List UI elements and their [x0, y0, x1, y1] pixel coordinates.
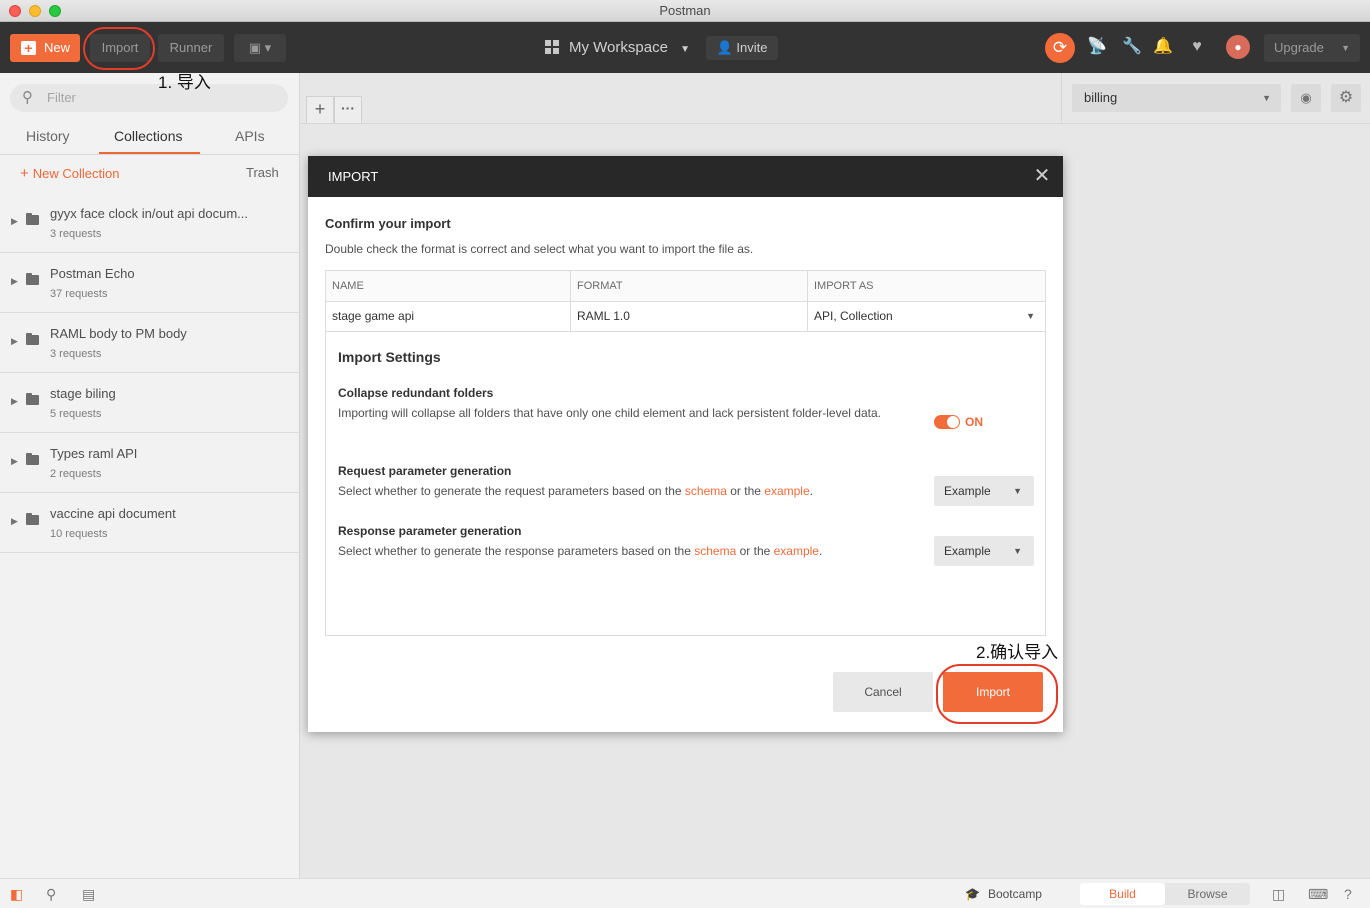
- close-window-button[interactable]: [9, 5, 21, 17]
- graduation-cap-icon: 🎓: [965, 887, 980, 901]
- modal-header: IMPORT ✕: [308, 156, 1063, 197]
- request-param-title: Request parameter generation: [338, 464, 512, 478]
- close-icon[interactable]: ✕: [1031, 156, 1053, 197]
- console-icon[interactable]: ▤: [82, 886, 95, 902]
- workspace-label: My Workspace: [569, 39, 668, 56]
- table-cell-format: RAML 1.0: [571, 302, 808, 331]
- confirm-heading: Confirm your import: [325, 216, 451, 231]
- window-title: Postman: [659, 3, 711, 18]
- import-as-value: API, Collection: [814, 309, 893, 323]
- request-param-description: Select whether to generate the request p…: [338, 484, 813, 498]
- minimize-window-button[interactable]: [29, 5, 41, 17]
- sync-icon[interactable]: ⟳: [1045, 33, 1075, 63]
- request-param-select[interactable]: Example ▼: [934, 476, 1034, 506]
- cancel-button[interactable]: Cancel: [833, 672, 933, 712]
- keyboard-icon[interactable]: ⌨: [1308, 886, 1328, 902]
- invite-label: Invite: [736, 40, 768, 55]
- help-icon[interactable]: ?: [1344, 886, 1352, 902]
- build-tab[interactable]: Build: [1080, 883, 1165, 905]
- workspace-selector[interactable]: My Workspace ▼: [545, 37, 690, 61]
- build-browse-switch: Build Browse: [1080, 883, 1250, 905]
- sidebar-toggle-icon[interactable]: ◧: [10, 886, 23, 902]
- collapse-description: Importing will collapse all folders that…: [338, 406, 881, 420]
- runner-button[interactable]: Runner: [158, 34, 224, 62]
- bootcamp-label: Bootcamp: [987, 887, 1042, 901]
- browse-tab[interactable]: Browse: [1165, 883, 1250, 905]
- annotation-ring-confirm: [936, 664, 1058, 724]
- request-param-value: Example: [944, 484, 991, 498]
- response-param-value: Example: [944, 544, 991, 558]
- add-user-icon: 👤: [716, 40, 733, 55]
- import-settings-heading: Import Settings: [338, 349, 441, 365]
- table-cell-name: stage game api: [326, 302, 571, 331]
- response-param-select[interactable]: Example ▼: [934, 536, 1034, 566]
- import-modal: IMPORT ✕ Confirm your import Double chec…: [308, 156, 1063, 732]
- chevron-down-icon: ▼: [1341, 43, 1350, 53]
- column-header-import-as: IMPORT AS: [808, 271, 1045, 301]
- bell-icon[interactable]: 🔔: [1152, 36, 1174, 58]
- find-icon[interactable]: ⚲: [46, 886, 56, 902]
- chevron-down-icon: ▼: [1026, 311, 1035, 321]
- wrench-icon[interactable]: 🔧: [1121, 36, 1143, 58]
- new-button-label: New: [44, 40, 71, 55]
- example-link[interactable]: example: [774, 544, 819, 558]
- bootcamp-button[interactable]: 🎓 Bootcamp: [965, 887, 1042, 901]
- new-button[interactable]: + New: [10, 34, 80, 62]
- import-as-select[interactable]: API, Collection ▼: [808, 302, 1045, 331]
- plus-icon: +: [21, 41, 36, 55]
- satellite-icon[interactable]: 📡: [1086, 36, 1108, 58]
- upgrade-button[interactable]: Upgrade ▼: [1264, 34, 1360, 62]
- import-table: NAME FORMAT IMPORT AS stage game api RAM…: [325, 270, 1046, 332]
- new-window-button[interactable]: ▣ ▾: [234, 34, 286, 62]
- annotation-ring-import: [83, 27, 155, 70]
- modal-title: IMPORT: [328, 169, 379, 184]
- collapse-toggle[interactable]: [934, 415, 960, 429]
- column-header-name: NAME: [326, 271, 571, 301]
- annotation-step2: 2.确认导入: [976, 643, 1059, 662]
- confirm-description: Double check the format is correct and s…: [325, 242, 754, 256]
- zoom-window-button[interactable]: [49, 5, 61, 17]
- chevron-down-icon: ▼: [680, 44, 690, 55]
- status-bar: ◧ ⚲ ▤ 🎓 Bootcamp Build Browse ◫ ⌨ ?: [0, 878, 1370, 908]
- annotation-step1: 1. 导入: [158, 73, 211, 92]
- new-window-icon: ▣ ▾: [248, 40, 272, 55]
- example-link[interactable]: example: [764, 484, 809, 498]
- title-bar: Postman: [0, 0, 1370, 22]
- upgrade-label: Upgrade: [1274, 40, 1324, 55]
- chevron-down-icon: ▼: [1013, 546, 1022, 556]
- schema-link[interactable]: schema: [685, 484, 727, 498]
- invite-button[interactable]: 👤 Invite: [706, 36, 778, 60]
- chevron-down-icon: ▼: [1013, 486, 1022, 496]
- heart-icon[interactable]: ♥: [1186, 36, 1208, 58]
- two-pane-icon[interactable]: ◫: [1272, 886, 1285, 902]
- app-header: + New Import Runner ▣ ▾ My Workspace ▼ 👤…: [0, 22, 1370, 73]
- collapse-toggle-label: ON: [965, 415, 983, 429]
- response-param-title: Response parameter generation: [338, 524, 522, 538]
- collapse-title: Collapse redundant folders: [338, 386, 494, 400]
- schema-link[interactable]: schema: [694, 544, 736, 558]
- avatar[interactable]: ●: [1226, 35, 1250, 59]
- workspace-grid-icon: [545, 40, 559, 54]
- column-header-format: FORMAT: [571, 271, 808, 301]
- import-settings-panel: Import Settings Collapse redundant folde…: [325, 332, 1046, 636]
- response-param-description: Select whether to generate the response …: [338, 544, 823, 558]
